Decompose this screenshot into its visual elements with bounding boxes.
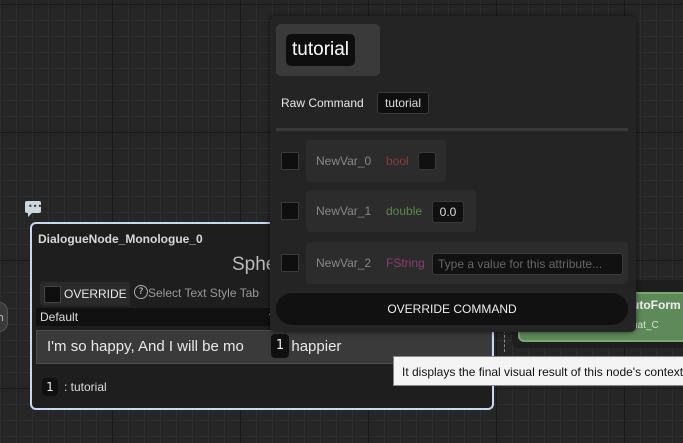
var-2-checkbox[interactable] xyxy=(281,254,299,272)
var-1-type: double xyxy=(386,204,423,218)
command-index-badge[interactable]: 1 xyxy=(42,378,58,396)
raw-command-value[interactable]: tutorial xyxy=(377,92,430,114)
var-2-row: NewVar_2 FString Type a value for this a… xyxy=(306,242,628,284)
var-0-value-checkbox[interactable] xyxy=(418,152,436,170)
var-1-name: NewVar_1 xyxy=(316,204,372,218)
auto-format-node-title: utoForm xyxy=(632,298,681,312)
var-1-row: NewVar_1 double 0.0 xyxy=(306,190,476,232)
help-icon[interactable]: ? xyxy=(134,285,148,299)
var-0-checkbox[interactable] xyxy=(281,152,299,170)
var-0-name: NewVar_0 xyxy=(316,154,372,168)
comment-bubble-icon[interactable]: ••• xyxy=(25,201,42,217)
var-2-name: NewVar_2 xyxy=(316,256,372,270)
var-2-value-input[interactable]: Type a value for this attribute... xyxy=(432,253,623,275)
text-style-selector[interactable]: Select Text Style Tab xyxy=(148,286,259,300)
command-title-box: tutorial xyxy=(276,24,380,76)
var-0-row: NewVar_0 bool xyxy=(306,140,446,182)
command-override-popup: tutorial Raw Command tutorial NewVar_0 b… xyxy=(270,16,636,332)
override-checkbox[interactable] xyxy=(44,286,61,303)
command-title: tutorial xyxy=(286,34,356,66)
auto-format-node-subtitle: nat_C xyxy=(632,320,659,331)
left-input-pin[interactable]: n xyxy=(0,302,8,332)
style-dropdown-value: Default xyxy=(40,310,79,324)
var-1-checkbox[interactable] xyxy=(281,202,299,220)
command-pin-badge[interactable]: 1 xyxy=(271,334,289,358)
var-2-type: FString xyxy=(386,256,425,270)
connection-divider xyxy=(504,330,509,352)
override-label: OVERRIDE xyxy=(64,287,127,301)
override-command-button[interactable]: OVERRIDE COMMAND xyxy=(276,293,628,325)
tooltip: It displays the final visual result of t… xyxy=(393,356,683,386)
var-0-type: bool xyxy=(386,154,409,168)
divider xyxy=(276,128,628,131)
override-toggle[interactable]: OVERRIDE xyxy=(40,282,130,306)
var-1-value-input[interactable]: 0.0 xyxy=(432,201,464,223)
node-title: DialogueNode_Monologue_0 xyxy=(38,232,203,246)
dialogue-text-start: I'm so happy, And I will be mo xyxy=(47,338,244,355)
command-text: : tutorial xyxy=(64,380,107,394)
style-dropdown[interactable]: Default ▾ xyxy=(36,308,280,326)
raw-command-label: Raw Command xyxy=(281,96,364,110)
